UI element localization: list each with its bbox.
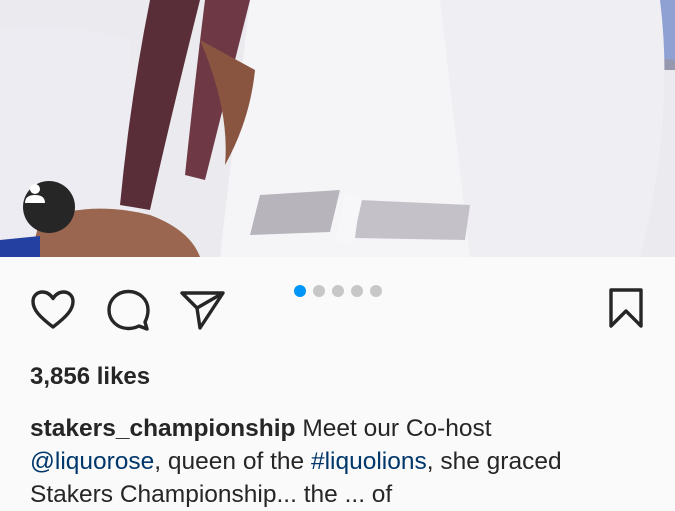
caption-text-cutoff: Stakers Championship... the ... of [30,481,393,508]
share-button[interactable] [180,289,226,336]
like-count[interactable]: 3,856 likes [30,363,150,391]
save-button[interactable] [607,287,645,334]
caption-username[interactable]: stakers_championship [30,415,296,442]
like-button[interactable] [30,289,76,336]
post-caption: stakers_championship Meet our Co-host @l… [30,412,650,511]
carousel-dot [313,285,325,297]
bookmark-icon [609,288,643,328]
comment-bubble-icon [107,289,150,331]
heart-icon [31,290,75,329]
caption-hashtag[interactable]: #liquolions [311,448,427,475]
paper-plane-icon [180,291,225,330]
carousel-dot [332,285,344,297]
caption-text: , she graced [426,448,562,475]
carousel-dot [370,285,382,297]
post-action-bar [0,257,675,357]
carousel-indicator [294,285,382,297]
post-photo-art [0,0,675,257]
person-tag-icon [25,184,45,203]
caption-mention[interactable]: @liquorose [30,448,154,475]
carousel-dot [294,285,306,297]
caption-text: , queen of the [154,448,311,475]
carousel-dot [351,285,363,297]
post-image[interactable] [0,0,675,257]
tag-people-button[interactable] [23,181,75,233]
caption-text: Meet our Co-host [295,415,492,442]
comment-button[interactable] [106,289,150,336]
